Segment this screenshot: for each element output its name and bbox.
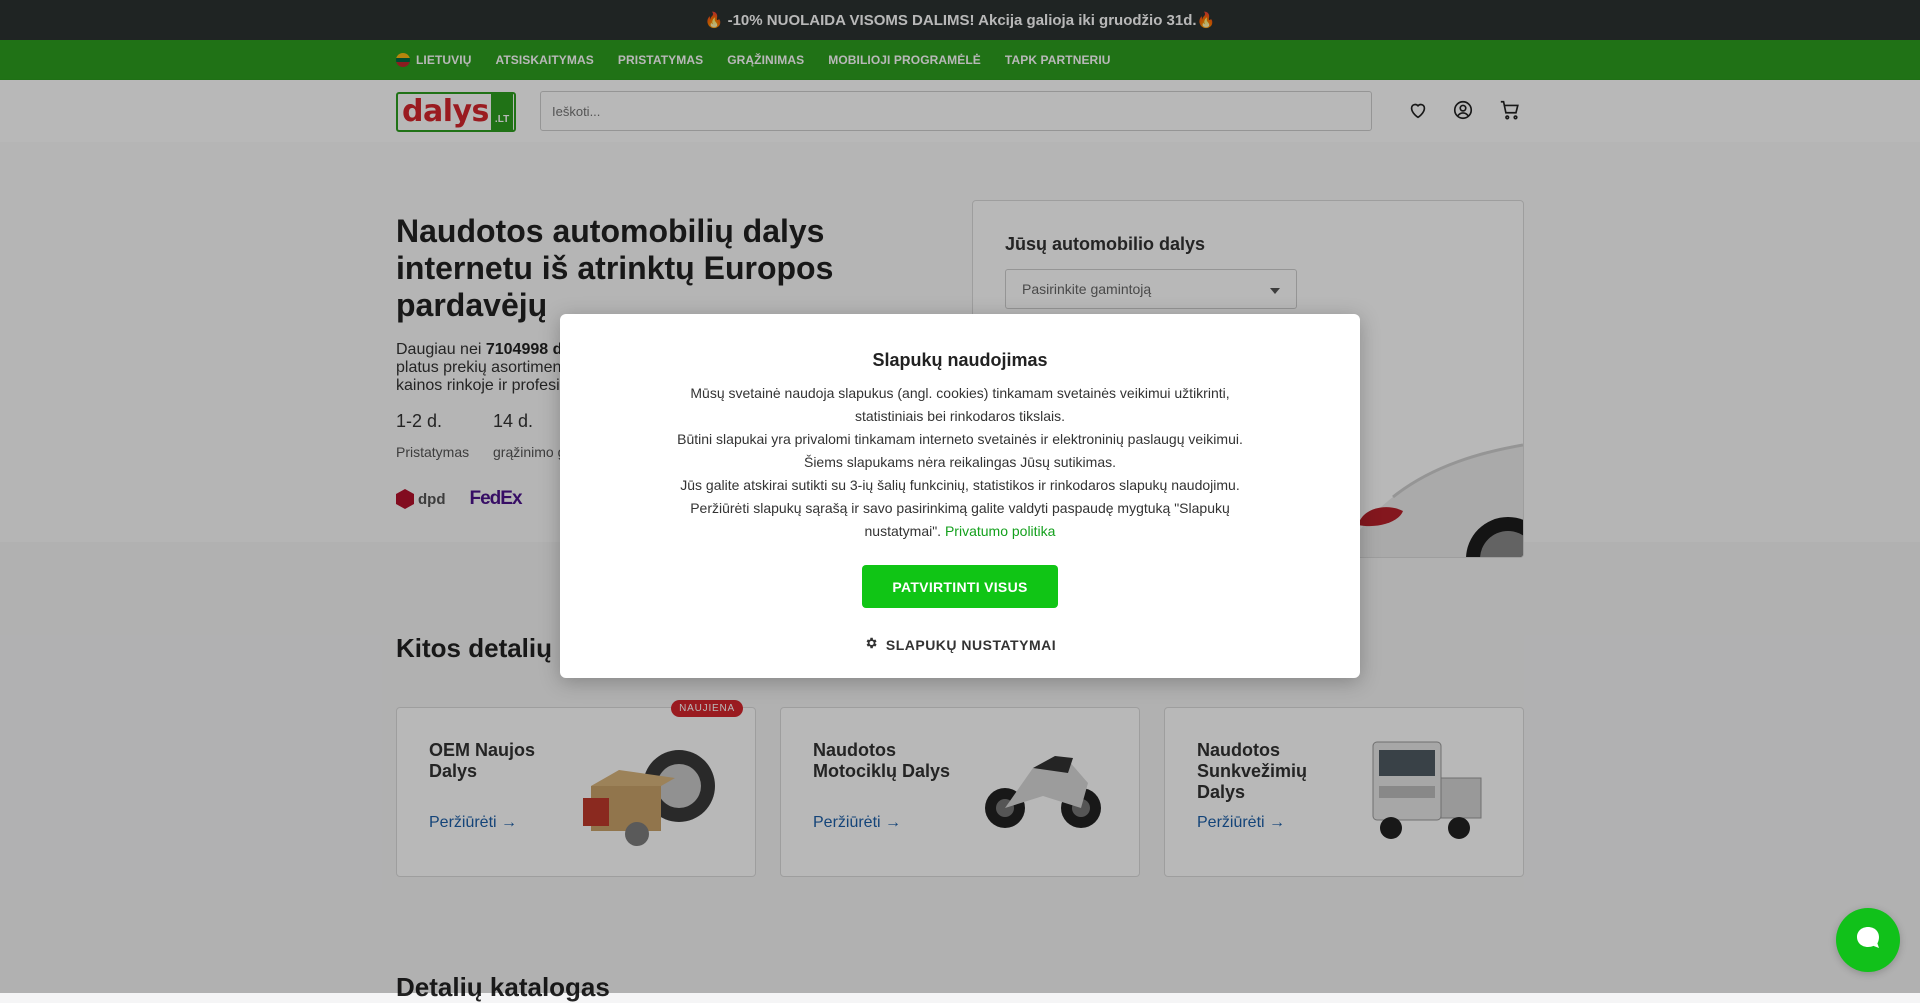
cookie-settings-label: SLAPUKŲ NUSTATYMAI — [885, 636, 1057, 653]
cookie-modal-title: Slapukų naudojimas — [872, 350, 1048, 370]
chat-icon — [1854, 924, 1882, 957]
cookie-text-p1: Mūsų svetainė naudoja slapukus (angl. co… — [690, 385, 1230, 424]
cookie-text-p3: Jūs galite atskirai sutikti su 3-ių šali… — [660, 474, 1260, 543]
accept-all-cookies-button[interactable]: PATVIRTINTI VISUS — [862, 565, 1058, 608]
privacy-policy-link[interactable]: Privatumo politika — [945, 523, 1056, 539]
chat-widget-button[interactable] — [1836, 908, 1900, 972]
gear-icon — [864, 636, 878, 653]
cookie-modal-text: Mūsų svetainė naudoja slapukus (angl. co… — [660, 382, 1260, 543]
cookie-consent-modal: Slapukų naudojimas Mūsų svetainė naudoja… — [560, 314, 1360, 678]
cookie-text-p2: Būtini slapukai yra privalomi tinkamam i… — [677, 431, 1243, 470]
cookie-settings-button[interactable]: SLAPUKŲ NUSTATYMAI — [560, 636, 1360, 653]
